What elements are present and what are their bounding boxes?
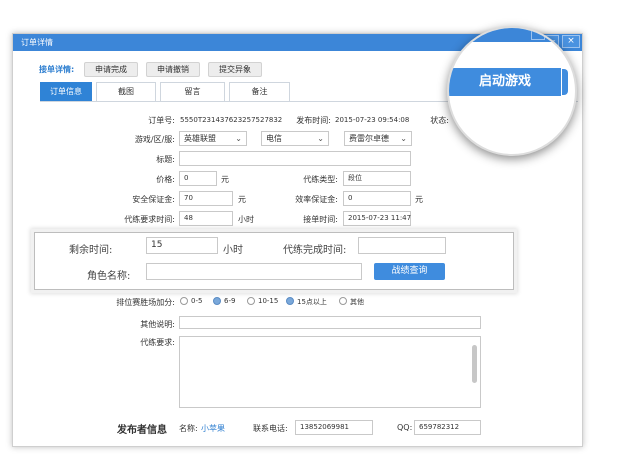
game-label: 游戏/区/服:: [134, 135, 175, 144]
ranking-option-label: 其他: [350, 298, 364, 306]
required-time-input[interactable]: 48: [179, 211, 233, 226]
ranking-radio-10-15[interactable]: [247, 297, 255, 305]
window-title: 订单详情: [21, 38, 53, 47]
ranking-option-label: 10-15: [258, 297, 279, 305]
deposit-label: 安全保证金:: [132, 195, 175, 204]
tab-message[interactable]: 留言: [160, 82, 225, 101]
title-label: 标题:: [156, 155, 175, 164]
highlight-panel: 剩余时间: 15 小时 代练完成时间: 角色名称: 战绩查询: [34, 232, 514, 290]
ranking-label: 排位赛胜场加分:: [116, 298, 175, 307]
magnifier-window-button: [531, 30, 545, 40]
price-label: 价格:: [156, 175, 175, 184]
launch-button-edge: [562, 69, 568, 95]
ranking-radio-other[interactable]: [339, 297, 347, 305]
publisher-name-label: 名称:: [179, 424, 198, 433]
publisher-qq-input[interactable]: 659782312: [414, 420, 481, 435]
publisher-phone-label: 联系电话:: [253, 424, 288, 433]
ranking-radio-15-plus[interactable]: [286, 297, 294, 305]
order-no-value: 5550T231437623257527832: [180, 116, 283, 124]
ranking-option-label: 15点以上: [297, 298, 327, 306]
status-label: 状态:: [430, 116, 449, 125]
remaining-time-label: 剩余时间:: [69, 245, 113, 256]
launch-game-button[interactable]: 启动游戏: [449, 68, 561, 96]
remaining-time-input[interactable]: 15: [146, 237, 218, 254]
game-selected-value: 英雄联盟: [184, 134, 216, 143]
chevron-down-icon: ⌄: [317, 134, 324, 143]
game-select[interactable]: 英雄联盟 ⌄: [179, 131, 247, 146]
record-query-button[interactable]: 战绩查询: [374, 263, 445, 280]
ranking-radio-0-5[interactable]: [180, 297, 188, 305]
submit-exception-button[interactable]: 提交异象: [208, 62, 262, 77]
role-name-input[interactable]: [146, 263, 362, 280]
tab-screenshot[interactable]: 截图: [96, 82, 156, 101]
accept-time-label: 接单时间:: [303, 215, 338, 224]
ranking-option-label: 0-5: [191, 297, 203, 305]
type-label: 代练类型:: [303, 175, 338, 184]
tab-remark[interactable]: 备注: [229, 82, 290, 101]
region-select[interactable]: 电信 ⌄: [261, 131, 329, 146]
price-input[interactable]: 0: [179, 171, 217, 186]
complete-time-input[interactable]: [358, 237, 446, 254]
ranking-option-label: 6-9: [224, 297, 236, 305]
remaining-time-unit: 小时: [223, 245, 243, 256]
title-input[interactable]: [179, 151, 411, 166]
deposit-unit: 元: [238, 195, 246, 204]
deposit-input[interactable]: 70: [179, 191, 233, 206]
publisher-qq-label: QQ:: [397, 423, 413, 432]
server-selected-value: 费雷尔卓德: [349, 134, 389, 143]
magnifier-callout: 启动游戏: [447, 26, 577, 156]
required-time-unit: 小时: [238, 215, 254, 224]
requirements-scrollbar[interactable]: [472, 345, 477, 383]
chevron-down-icon: ⌄: [235, 134, 242, 143]
publisher-name-link[interactable]: 小苹果: [201, 423, 225, 434]
order-no-label: 订单号:: [148, 116, 175, 125]
region-selected-value: 电信: [266, 134, 282, 143]
role-name-label: 角色名称:: [87, 271, 131, 282]
price-unit: 元: [221, 175, 229, 184]
server-select[interactable]: 费雷尔卓德 ⌄: [344, 131, 412, 146]
publish-time-label: 发布时间:: [296, 116, 331, 125]
other-input[interactable]: [179, 316, 481, 329]
tab-order-info[interactable]: 订单信息: [40, 82, 92, 101]
publish-time-value: 2015-07-23 09:54:08: [335, 116, 410, 124]
type-input[interactable]: 段位: [343, 171, 411, 186]
apply-cancel-button[interactable]: 申请撤销: [146, 62, 200, 77]
ranking-radio-6-9[interactable]: [213, 297, 221, 305]
apply-complete-button[interactable]: 申请完成: [84, 62, 138, 77]
other-label: 其他说明:: [140, 320, 175, 329]
publisher-phone-input[interactable]: 13852069981: [295, 420, 373, 435]
efficiency-input[interactable]: 0: [343, 191, 411, 206]
requirements-textarea[interactable]: [179, 336, 481, 408]
toolbar-caption: 接单详情:: [39, 65, 75, 74]
efficiency-label: 效率保证金:: [295, 195, 338, 204]
accept-time-input[interactable]: 2015-07-23 11:47: [343, 211, 411, 226]
complete-time-label: 代练完成时间:: [283, 245, 347, 256]
publisher-heading: 发布者信息: [117, 425, 167, 436]
efficiency-unit: 元: [415, 195, 423, 204]
chevron-down-icon: ⌄: [400, 134, 407, 143]
requirements-label: 代练要求:: [140, 338, 175, 347]
required-time-label: 代练要求时间:: [124, 215, 175, 224]
magnifier-titlebar: [449, 28, 575, 42]
